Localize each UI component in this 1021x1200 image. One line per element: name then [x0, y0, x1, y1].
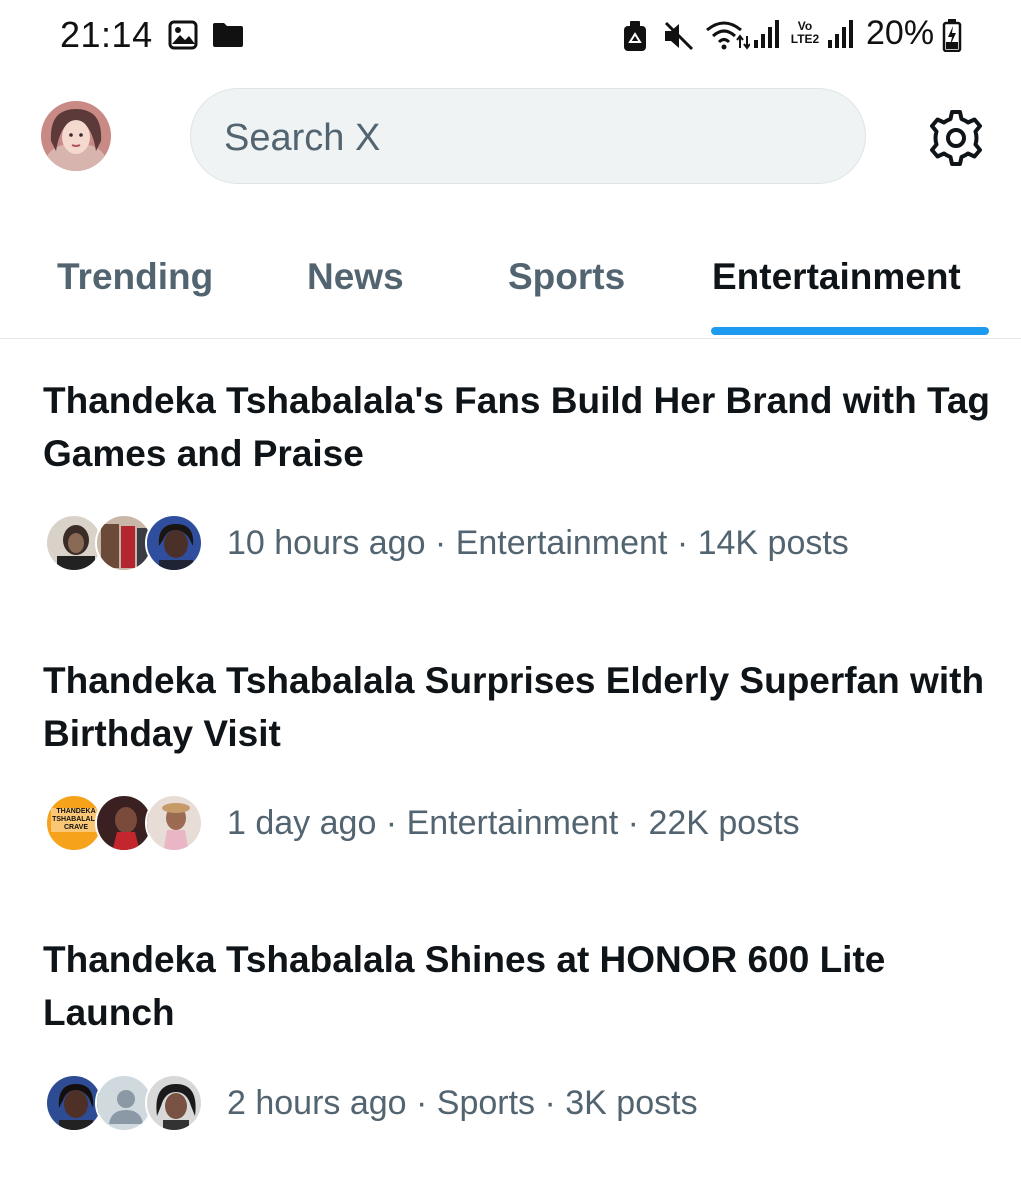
avatar	[145, 794, 203, 852]
signal-icon	[754, 20, 779, 48]
avatar-stack	[45, 1074, 205, 1134]
avatar	[145, 514, 203, 572]
active-tab-indicator	[711, 327, 989, 335]
trend-item[interactable]: Thandeka Tshabalala Shines at HONOR 600 …	[0, 933, 1021, 1143]
tab-trending[interactable]: Trending	[57, 256, 213, 298]
tab-entertainment[interactable]: Entertainment	[712, 256, 961, 298]
gallery-icon	[168, 20, 198, 50]
explore-screen: 21:14 Vo LTE2 20% Search X Trending News…	[0, 0, 1021, 1200]
trend-meta: 10 hours ago · Entertainment · 14K posts	[0, 514, 1021, 574]
trend-title: Thandeka Tshabalala Shines at HONOR 600 …	[43, 939, 886, 1033]
signal-icon	[828, 20, 853, 48]
trend-title: Thandeka Tshabalala Surprises Elderly Su…	[43, 660, 985, 754]
avatar-badge-text: THANDEKA TSHABALALA CRAVE	[51, 808, 101, 832]
explore-tabs: Trending News Sports Entertainment	[0, 236, 1021, 339]
mute-icon	[664, 21, 694, 51]
recycle-icon	[624, 21, 646, 51]
avatar-stack	[45, 514, 205, 574]
search-placeholder: Search X	[224, 117, 381, 159]
trend-item[interactable]: Thandeka Tshabalala's Fans Build Her Bra…	[0, 374, 1021, 584]
trend-item[interactable]: Thandeka Tshabalala Surprises Elderly Su…	[0, 654, 1021, 864]
avatar-stack: THANDEKA TSHABALALA CRAVE	[45, 794, 205, 854]
network-type-label: Vo LTE2	[790, 19, 820, 46]
battery-percent: 20%	[866, 14, 935, 52]
gear-icon[interactable]	[926, 108, 986, 168]
trend-meta-text: 1 day ago · Entertainment · 22K posts	[227, 804, 800, 842]
tab-sports[interactable]: Sports	[508, 256, 625, 298]
status-time: 21:14	[60, 14, 153, 55]
status-bar: 21:14 Vo LTE2 20%	[0, 0, 1021, 70]
trend-meta-text: 2 hours ago · Sports · 3K posts	[227, 1084, 698, 1122]
trend-meta-text: 10 hours ago · Entertainment · 14K posts	[227, 524, 849, 562]
battery-charging-icon	[942, 19, 962, 52]
wifi-icon	[706, 21, 750, 50]
trend-title: Thandeka Tshabalala's Fans Build Her Bra…	[43, 380, 991, 474]
tab-news[interactable]: News	[307, 256, 404, 298]
avatar	[145, 1074, 203, 1132]
profile-avatar[interactable]	[41, 101, 111, 171]
trend-meta: 2 hours ago · Sports · 3K posts	[0, 1074, 1021, 1134]
folder-icon	[213, 23, 243, 47]
search-input[interactable]: Search X	[190, 88, 866, 184]
trend-meta: THANDEKA TSHABALALA CRAVE 1 day ago · En…	[0, 794, 1021, 854]
